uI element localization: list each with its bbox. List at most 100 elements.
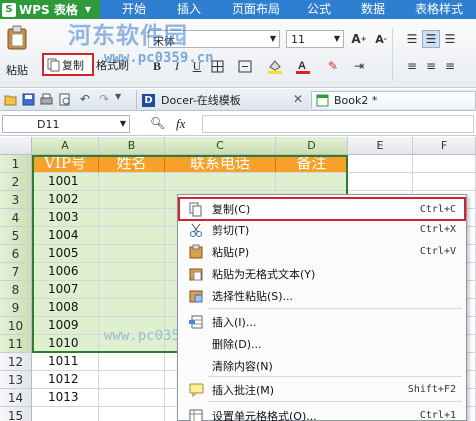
cell-a6[interactable]: 1005 xyxy=(32,245,99,263)
cell-b14[interactable] xyxy=(99,389,165,407)
cell-b10[interactable] xyxy=(99,317,165,335)
context-menu-paste[interactable]: 粘贴(P) Ctrl+V xyxy=(180,241,464,262)
cell-a3[interactable]: 1002 xyxy=(32,191,99,209)
fx-button[interactable]: fx xyxy=(176,116,185,132)
cell-a7[interactable]: 1006 xyxy=(32,263,99,281)
italic-button[interactable]: I xyxy=(168,57,186,75)
cell-a5[interactable]: 1004 xyxy=(32,227,99,245)
row-header-12[interactable]: 12 xyxy=(0,353,32,371)
cell-d2[interactable] xyxy=(276,173,348,191)
chevron-down-icon[interactable]: ▼ xyxy=(115,92,121,101)
cell-a15[interactable] xyxy=(32,407,99,421)
border-icon[interactable] xyxy=(208,57,226,75)
cell-d1[interactable]: 备注 xyxy=(276,155,348,173)
cell-a1[interactable]: VIP号 xyxy=(32,155,99,173)
row-header-7[interactable]: 7 xyxy=(0,263,32,281)
align-left-icon[interactable]: ≡ xyxy=(403,57,421,75)
context-menu-format-cells[interactable]: 设置单元格格式(O)... Ctrl+1 xyxy=(180,405,464,421)
cell-b4[interactable] xyxy=(99,209,165,227)
cell-b6[interactable] xyxy=(99,245,165,263)
cell-f2[interactable] xyxy=(413,173,476,191)
name-box[interactable]: D11 ▼ xyxy=(2,115,130,133)
undo-icon[interactable]: ↶ xyxy=(80,92,90,106)
align-center-icon[interactable]: ≡ xyxy=(422,57,440,75)
tab-home[interactable]: 开始 xyxy=(122,0,146,19)
formula-input[interactable] xyxy=(202,115,474,133)
column-header-b[interactable]: B xyxy=(99,137,165,155)
tab-page-layout[interactable]: 页面布局 xyxy=(232,0,280,19)
context-menu-insert[interactable]: 插入(I)... xyxy=(180,311,464,332)
paste-button[interactable]: 粘贴 xyxy=(2,23,32,85)
tab-formulas[interactable]: 公式 xyxy=(307,0,331,19)
cell-b1[interactable]: 姓名 xyxy=(99,155,165,173)
cell-b13[interactable] xyxy=(99,371,165,389)
row-header-15[interactable]: 15 xyxy=(0,407,32,421)
align-top-icon[interactable]: ☰ xyxy=(403,30,421,48)
row-header-3[interactable]: 3 xyxy=(0,191,32,209)
decrease-font-size-button[interactable]: A- xyxy=(372,30,390,48)
cell-a12[interactable]: 1011 xyxy=(32,353,99,371)
cell-a10[interactable]: 1009 xyxy=(32,317,99,335)
doc-tab-book2[interactable]: Book2 * xyxy=(311,91,476,109)
cell-a9[interactable]: 1008 xyxy=(32,299,99,317)
cell-a2[interactable]: 1001 xyxy=(32,173,99,191)
row-header-14[interactable]: 14 xyxy=(0,389,32,407)
tab-insert[interactable]: 插入 xyxy=(177,0,201,19)
cell-b11[interactable] xyxy=(99,335,165,353)
indent-icon[interactable]: ⇥ xyxy=(350,57,368,75)
cell-c2[interactable] xyxy=(165,173,276,191)
copy-button[interactable]: 复制 xyxy=(42,53,94,76)
context-menu-delete[interactable]: 删除(D)... xyxy=(180,333,464,354)
font-name-select[interactable]: 宋体 ▼ xyxy=(148,30,280,48)
cell-c1[interactable]: 联系电话 xyxy=(165,155,276,173)
tab-data[interactable]: 数据 xyxy=(361,0,385,19)
cell-b15[interactable] xyxy=(99,407,165,421)
cell-b8[interactable] xyxy=(99,281,165,299)
select-all-corner[interactable] xyxy=(0,137,32,155)
redo-icon[interactable]: ↷ xyxy=(99,92,109,106)
cell-b7[interactable] xyxy=(99,263,165,281)
bold-button[interactable]: B xyxy=(148,57,166,75)
underline-button[interactable]: U xyxy=(188,57,206,75)
row-header-5[interactable]: 5 xyxy=(0,227,32,245)
cell-a13[interactable]: 1012 xyxy=(32,371,99,389)
print-preview-icon[interactable] xyxy=(58,93,71,106)
cell-a11[interactable]: 1010 xyxy=(32,335,99,353)
folder-open-icon[interactable] xyxy=(4,93,17,106)
doc-tab-docer[interactable]: D Docer-在线模板 ✕ xyxy=(142,91,307,109)
context-menu-copy[interactable]: 复制(C) Ctrl+C xyxy=(178,197,466,221)
cell-b9[interactable] xyxy=(99,299,165,317)
align-middle-icon[interactable]: ☰ xyxy=(422,30,440,48)
row-header-2[interactable]: 2 xyxy=(0,173,32,191)
column-header-c[interactable]: C xyxy=(165,137,276,155)
cell-e2[interactable] xyxy=(348,173,413,191)
row-header-10[interactable]: 10 xyxy=(0,317,32,335)
cell-b3[interactable] xyxy=(99,191,165,209)
context-menu-insert-comment[interactable]: 插入批注(M) Shift+F2 xyxy=(180,379,464,400)
column-header-e[interactable]: E xyxy=(348,137,413,155)
cell-e1[interactable] xyxy=(348,155,413,173)
merge-cells-icon[interactable] xyxy=(236,57,254,75)
format-painter-button[interactable]: 格式刷 xyxy=(96,57,129,73)
cell-a14[interactable]: 1013 xyxy=(32,389,99,407)
align-right-icon[interactable]: ≡ xyxy=(441,57,459,75)
wps-app-menu-button[interactable]: S WPS 表格 ▼ xyxy=(0,0,100,19)
font-size-select[interactable]: 11 ▼ xyxy=(286,30,344,48)
row-header-6[interactable]: 6 xyxy=(0,245,32,263)
row-header-8[interactable]: 8 xyxy=(0,281,32,299)
cell-b2[interactable] xyxy=(99,173,165,191)
context-menu-paste-special[interactable]: 选择性粘贴(S)... xyxy=(180,285,464,306)
fill-color-icon[interactable] xyxy=(266,57,284,75)
align-bottom-icon[interactable]: ☰ xyxy=(441,30,459,48)
row-header-1[interactable]: 1 xyxy=(0,155,32,173)
row-header-13[interactable]: 13 xyxy=(0,371,32,389)
increase-font-size-button[interactable]: A + xyxy=(350,30,368,48)
tab-table-style[interactable]: 表格样式 xyxy=(415,0,463,19)
save-icon[interactable] xyxy=(22,93,35,106)
zoom-formula-icon[interactable]: 🔍︎ xyxy=(150,116,165,130)
cell-b5[interactable] xyxy=(99,227,165,245)
print-icon[interactable] xyxy=(40,93,53,106)
cell-a4[interactable]: 1003 xyxy=(32,209,99,227)
cell-f1[interactable] xyxy=(413,155,476,173)
context-menu-cut[interactable]: 剪切(T) Ctrl+X xyxy=(180,219,464,240)
